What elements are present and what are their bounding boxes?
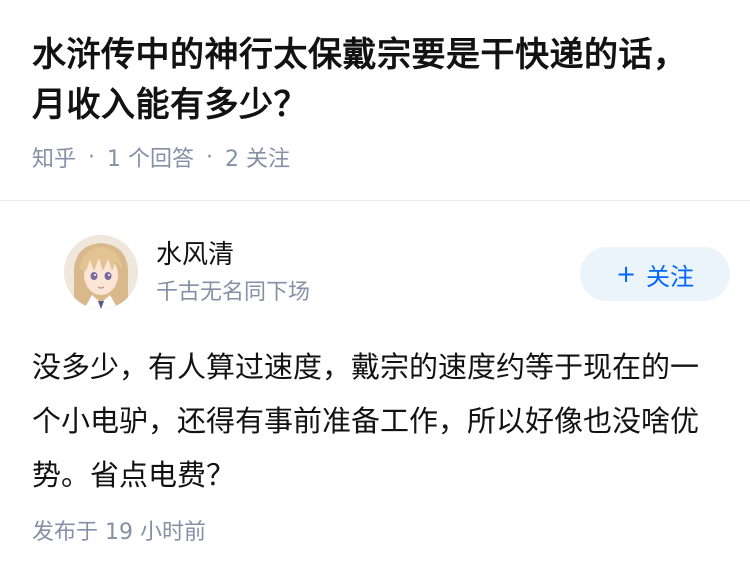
meta-separator: · — [88, 144, 96, 170]
meta-separator: · — [206, 144, 214, 170]
author-bio: 千古无名同下场 — [156, 280, 311, 305]
avatar[interactable] — [64, 235, 138, 309]
follow-button[interactable]: + 关注 — [580, 247, 730, 301]
answer-card: 水风清 千古无名同下场 + 关注 没多少，有人算过速度，戴宗的速度约等于现在的一… — [0, 201, 750, 492]
author-row: 水风清 千古无名同下场 + 关注 — [32, 201, 730, 321]
question-header: 水浒传中的神行太保戴宗要是干快递的话，月收入能有多少？ 知乎 · 1 个回答 ·… — [0, 0, 750, 172]
page: 水浒传中的神行太保戴宗要是干快递的话，月收入能有多少？ 知乎 · 1 个回答 ·… — [0, 0, 750, 586]
question-meta: 知乎 · 1 个回答 · 2 关注 — [32, 141, 718, 173]
question-title[interactable]: 水浒传中的神行太保戴宗要是干快递的话，月收入能有多少？ — [32, 30, 718, 130]
answer-count[interactable]: 1 个回答 — [107, 141, 194, 173]
source-label[interactable]: 知乎 — [32, 141, 76, 173]
publish-time: 发布于 19 小时前 — [32, 520, 206, 545]
answer-content[interactable]: 没多少，有人算过速度，戴宗的速度约等于现在的一个小电驴，还得有事前准备工作，所以… — [32, 340, 718, 502]
follower-count[interactable]: 2 关注 — [225, 141, 290, 173]
anime-avatar-icon — [64, 235, 138, 309]
author-name[interactable]: 水风清 — [156, 239, 234, 271]
plus-icon: + — [615, 260, 637, 288]
follow-label: 关注 — [646, 262, 695, 291]
